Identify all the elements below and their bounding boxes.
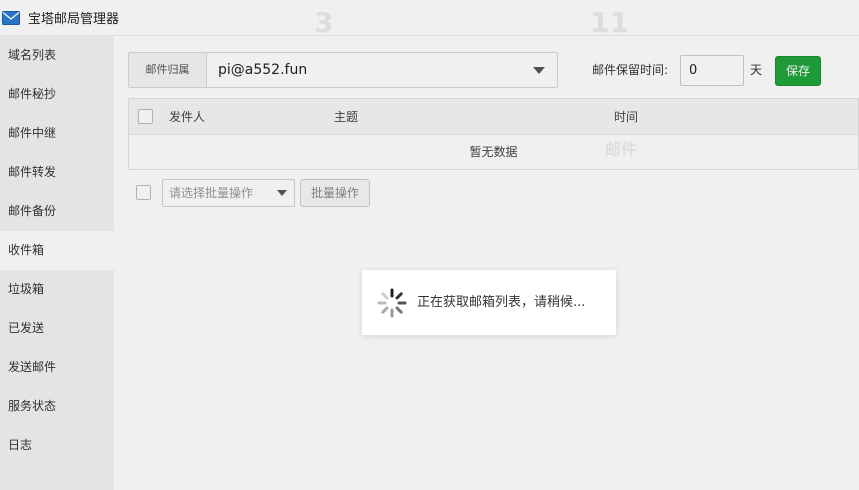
- ghost-label: 邮件: [605, 140, 638, 159]
- loading-message: 正在获取邮箱列表，请稍候...: [417, 295, 586, 310]
- ghost-number: 11: [590, 6, 629, 39]
- ghost-number: 3: [314, 6, 334, 39]
- loading-mask: 3 11 邮件: [0, 0, 859, 490]
- loading-dialog: 正在获取邮箱列表，请稍候...: [362, 270, 616, 335]
- loading-spinner-icon: [377, 288, 407, 318]
